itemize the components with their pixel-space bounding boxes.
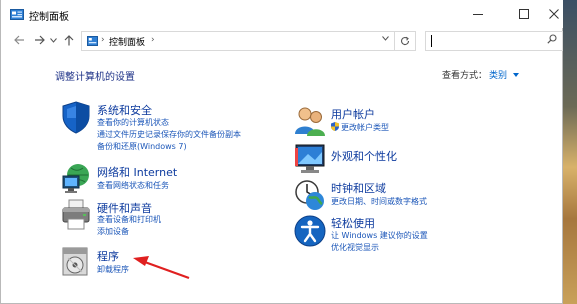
optimize-visual-display-link[interactable]: 优化视觉显示 [331,242,379,253]
category-ease-of-access: 轻松使用 让 Windows 建议你的设置 优化视觉显示 [293,214,533,254]
category-appearance: 外观和个性化 [293,142,533,178]
uac-shield-icon [331,122,339,131]
change-account-type-text[interactable]: 更改帐户类型 [341,123,389,132]
ease-of-access-title[interactable]: 轻松使用 [331,215,375,231]
clock-globe-icon[interactable] [293,178,327,212]
category-clock-region: 时钟和区域 更改日期、时间或数字格式 [293,178,533,214]
users-icon[interactable] [293,104,327,138]
control-panel-window: 控制面板 › 控制面板 › 调整计算机的设置 查看方式： 类别 系统和安全 查看… [0,0,563,304]
desktop-background [563,0,577,304]
user-accounts-title[interactable]: 用户帐户 [331,106,375,122]
display-icon[interactable] [293,142,327,176]
accessibility-icon[interactable] [293,214,327,248]
category-user-accounts: 用户帐户 更改帐户类型 [293,104,533,140]
clock-region-title[interactable]: 时钟和区域 [331,180,386,196]
windows-suggest-settings-link[interactable]: 让 Windows 建议你的设置 [331,230,428,241]
change-date-format-link[interactable]: 更改日期、时间或数字格式 [331,196,427,207]
appearance-title[interactable]: 外观和个性化 [331,148,397,164]
change-account-type-link[interactable]: 更改帐户类型 [331,122,389,133]
